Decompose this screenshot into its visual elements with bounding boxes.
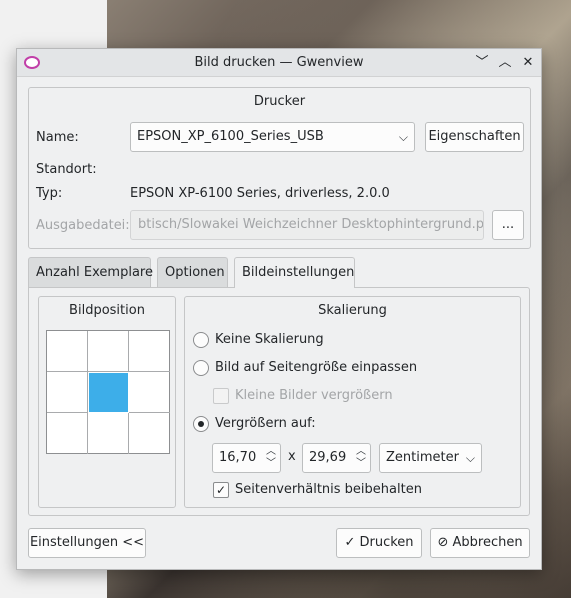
cancel-icon: ⊘ [437, 535, 449, 550]
unit-value: Zentimeter [386, 450, 459, 465]
tab-image-settings[interactable]: Bildeinstellungen [234, 257, 355, 288]
properties-button[interactable]: Eigenschaften [425, 122, 524, 152]
position-middle-right[interactable] [129, 372, 170, 413]
position-center[interactable] [88, 372, 129, 413]
location-label: Standort: [36, 162, 97, 177]
print-button-label: Drucken [359, 535, 414, 550]
width-spinbox[interactable]: 16,70 ︿ ﹀ [212, 443, 281, 473]
fit-page-radio[interactable] [193, 360, 209, 376]
printer-select[interactable]: EPSON_XP_6100_Series_USB ⌵ [130, 122, 415, 152]
tab-bar: Anzahl Exemplare Optionen Bildeinstellun… [28, 257, 530, 288]
unit-select[interactable]: Zentimeter ⌵ [379, 443, 482, 473]
check-icon: ✓ [344, 535, 356, 550]
keep-ratio-checkbox[interactable]: ✓ [213, 482, 229, 498]
position-bottom-center[interactable] [88, 413, 129, 454]
scaling-group: Skalierung Keine Skalierung Bild auf Sei… [184, 296, 521, 508]
scale-to-radio[interactable] [193, 416, 209, 432]
spin-arrows-icon[interactable]: ︿ ﹀ [265, 446, 277, 470]
height-value: 29,69 [309, 450, 347, 465]
browse-button[interactable]: ... [492, 210, 524, 240]
printer-select-value: EPSON_XP_6100_Series_USB [137, 129, 324, 144]
position-top-right[interactable] [129, 331, 170, 372]
cancel-button-label: Abbrechen [452, 535, 523, 550]
type-label: Typ: [36, 186, 63, 201]
position-middle-left[interactable] [47, 372, 88, 413]
chevron-down-icon: ⌵ [398, 130, 408, 144]
keep-ratio-label[interactable]: Seitenverhältnis beibehalten [235, 482, 422, 497]
output-file-label: Ausgabedatei: [36, 218, 130, 233]
spin-arrows-icon[interactable]: ︿ ﹀ [355, 446, 367, 470]
cancel-button[interactable]: ⊘ Abbrechen [430, 528, 530, 558]
printer-group: Drucker Name: EPSON_XP_6100_Series_USB ⌵… [28, 87, 531, 249]
position-bottom-right[interactable] [129, 413, 170, 454]
type-value: EPSON XP-6100 Series, driverless, 2.0.0 [130, 186, 390, 201]
fit-page-label[interactable]: Bild auf Seitengröße einpassen [215, 360, 417, 375]
scale-to-label[interactable]: Vergrößern auf: [215, 416, 316, 431]
no-scaling-radio[interactable] [193, 332, 209, 348]
enlarge-small-label: Kleine Bilder vergrößern [235, 388, 393, 403]
output-file-field[interactable]: btisch/Slowakei Weichzeichner Desktophin… [130, 210, 484, 240]
image-position-title: Bildposition [69, 303, 145, 318]
chevron-down-icon[interactable]: ﹀ [473, 54, 491, 72]
enlarge-small-checkbox[interactable] [213, 388, 229, 404]
tab-copies[interactable]: Anzahl Exemplare [28, 257, 153, 287]
position-grid [46, 330, 170, 454]
height-spinbox[interactable]: 29,69 ︿ ﹀ [302, 443, 371, 473]
close-icon[interactable]: ✕ [519, 54, 537, 72]
width-value: 16,70 [219, 450, 257, 465]
window-title: Bild drucken — Gwenview [194, 55, 364, 70]
settings-toggle-button[interactable]: Einstellungen << [28, 528, 146, 558]
chevron-down-icon: ⌵ [465, 451, 475, 465]
no-scaling-label[interactable]: Keine Skalierung [215, 332, 324, 347]
printer-group-title: Drucker [253, 94, 306, 109]
image-position-group: Bildposition [38, 296, 176, 508]
title-bar: Bild drucken — Gwenview ﹀ ︿ ✕ [17, 49, 541, 77]
print-button[interactable]: ✓ Drucken [336, 528, 422, 558]
position-top-center[interactable] [88, 331, 129, 372]
position-bottom-left[interactable] [47, 413, 88, 454]
image-settings-panel: Bildposition Skalierung Keine Skalierung… [28, 287, 530, 516]
scaling-title: Skalierung [318, 303, 387, 318]
times-label: x [288, 449, 296, 464]
name-label: Name: [36, 130, 79, 145]
position-top-left[interactable] [47, 331, 88, 372]
tab-options[interactable]: Optionen [157, 257, 228, 287]
chevron-up-icon[interactable]: ︿ [496, 54, 514, 72]
